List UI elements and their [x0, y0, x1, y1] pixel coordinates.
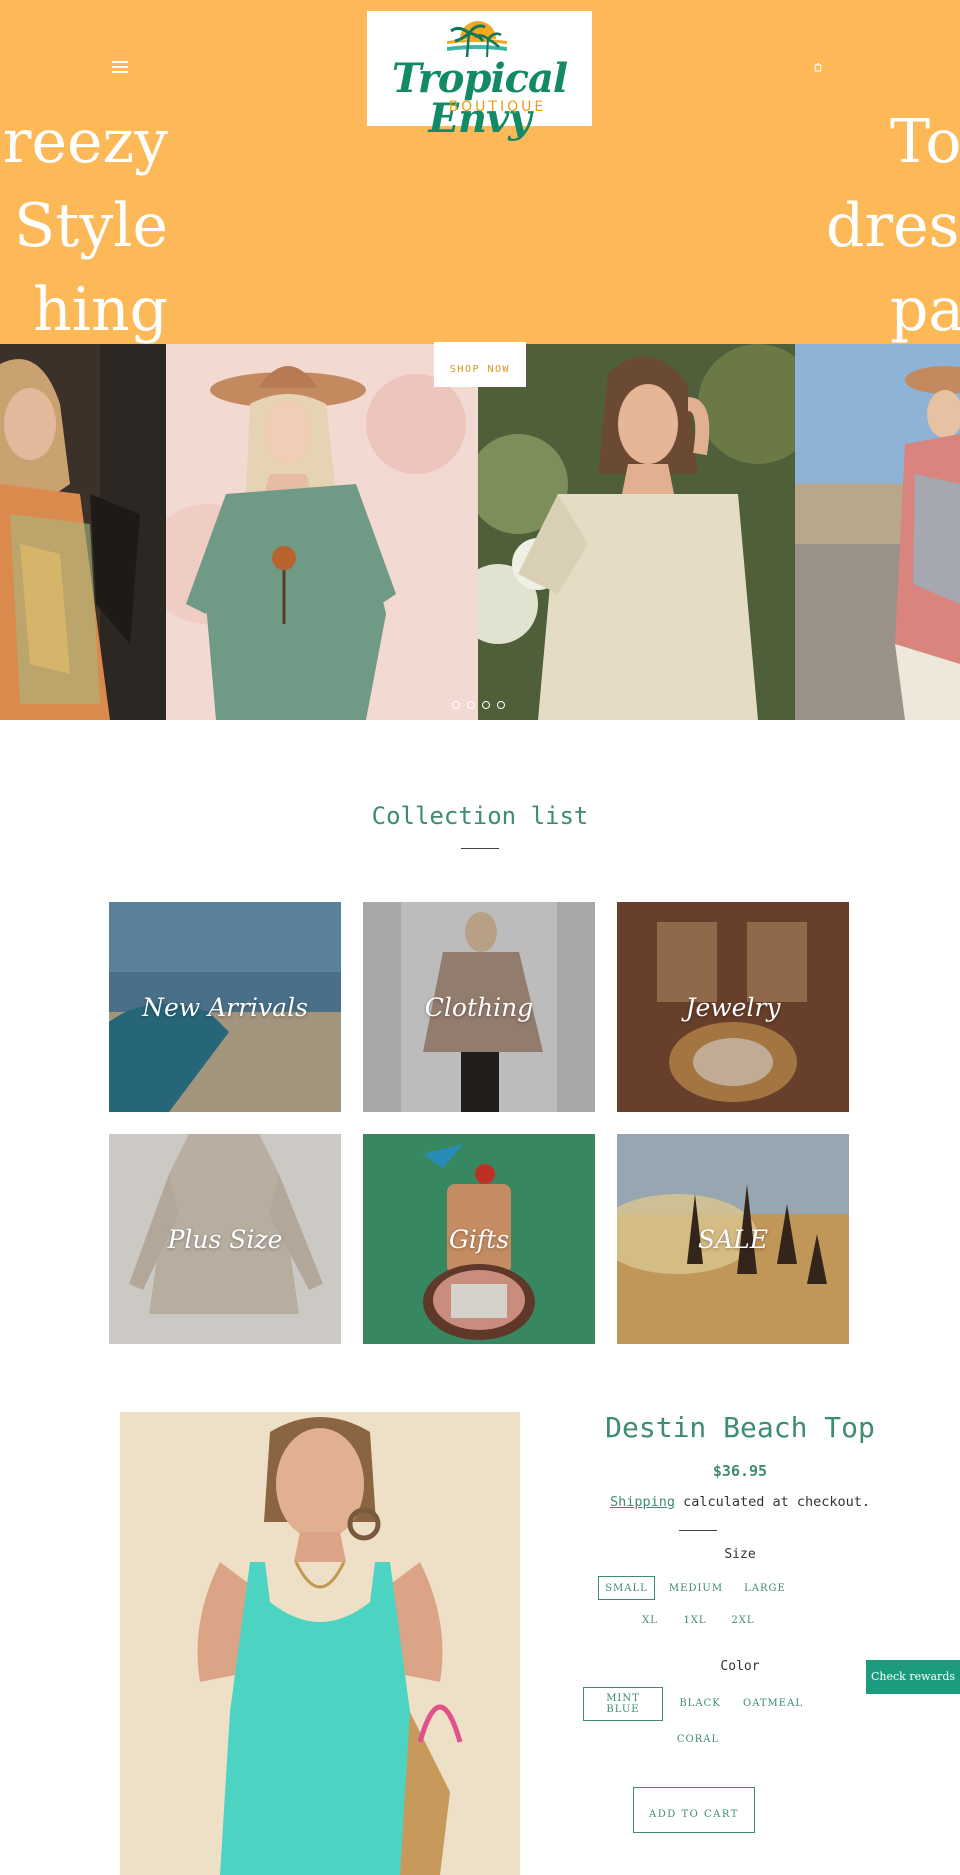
hero-right-line: par — [890, 275, 960, 344]
slide-image-green-dress — [166, 344, 478, 720]
tile-label: SALE — [697, 1224, 769, 1254]
cart-icon[interactable] — [813, 62, 823, 72]
tile-label: New Arrivals — [142, 992, 308, 1022]
slide-dot-3[interactable] — [482, 701, 490, 709]
hero-left-line: Breezy — [0, 107, 168, 177]
divider — [679, 1530, 717, 1531]
add-to-cart-button[interactable]: ADD TO CART — [633, 1787, 755, 1833]
slide-dot-1[interactable] — [452, 701, 460, 709]
slide-image-linen-dress — [478, 344, 795, 720]
site-header: Tropical Envy BOUTIQUE Breezy rt Style h… — [0, 0, 960, 344]
divider — [461, 848, 499, 849]
check-rewards-button[interactable]: Check rewards — [866, 1660, 960, 1694]
shipping-text: calculated at checkout. — [674, 1494, 871, 1510]
collection-tile-gifts[interactable]: Gifts — [363, 1134, 595, 1344]
size-option-1xl[interactable]: 1XL — [676, 1608, 714, 1632]
collection-list-title: Collection list — [371, 802, 589, 830]
size-option-large[interactable]: LARGE — [736, 1576, 794, 1600]
product-photo-teal-top — [120, 1412, 520, 1875]
shipping-note: Shipping calculated at checkout. — [520, 1494, 960, 1510]
collection-tile-new-arrivals[interactable]: New Arrivals — [109, 902, 341, 1112]
size-option-xl[interactable]: XL — [632, 1608, 668, 1632]
slide-image-road — [795, 344, 960, 720]
size-option-small[interactable]: SMALL — [598, 1576, 655, 1600]
size-option-medium[interactable]: MEDIUM — [666, 1576, 726, 1600]
shop-now-button[interactable]: SHOP NOW — [434, 342, 526, 387]
hero-headline-left: Breezy rt Style hing — [0, 104, 168, 344]
slideshow-pagination — [452, 694, 512, 709]
hero-right-line: dress — [826, 191, 960, 261]
logo-subtitle: BOUTIQUE — [448, 99, 547, 115]
slide-dot-4[interactable] — [497, 701, 505, 709]
collection-tile-sale[interactable]: SALE — [617, 1134, 849, 1344]
size-label: Size — [724, 1547, 756, 1562]
color-option-oatmeal[interactable]: OATMEAL — [738, 1698, 808, 1718]
collection-tile-jewelry[interactable]: Jewelry — [617, 902, 849, 1112]
shipping-link[interactable]: Shipping — [610, 1494, 675, 1510]
color-option-mint-blue[interactable]: MINT BLUE — [583, 1687, 663, 1721]
hero-right-line: To — [890, 107, 960, 177]
color-option-black[interactable]: BLACK — [672, 1698, 728, 1718]
tile-label: Plus Size — [167, 1224, 283, 1254]
slide-image-floral-dress — [0, 344, 166, 720]
product-price: $36.95 — [712, 1462, 768, 1480]
tile-label: Jewelry — [685, 992, 781, 1022]
collection-tile-plus-size[interactable]: Plus Size — [109, 1134, 341, 1344]
hero-headline-right: To dress par — [824, 104, 960, 344]
color-option-coral[interactable]: CORAL — [670, 1734, 726, 1754]
hero-slideshow[interactable] — [0, 344, 960, 720]
slide-dot-2[interactable] — [467, 701, 475, 709]
hamburger-icon[interactable] — [112, 60, 128, 74]
hero-left-line: hing — [33, 275, 168, 344]
size-option-2xl[interactable]: 2XL — [724, 1608, 762, 1632]
tile-label: Gifts — [448, 1224, 510, 1254]
product-image[interactable] — [120, 1412, 520, 1875]
collection-tile-clothing[interactable]: Clothing — [363, 902, 595, 1112]
hero-left-line: rt Style — [0, 191, 168, 261]
logo[interactable]: Tropical Envy BOUTIQUE — [367, 11, 592, 139]
tile-label: Clothing — [424, 992, 534, 1022]
product-title: Destin Beach Top — [605, 1411, 875, 1444]
